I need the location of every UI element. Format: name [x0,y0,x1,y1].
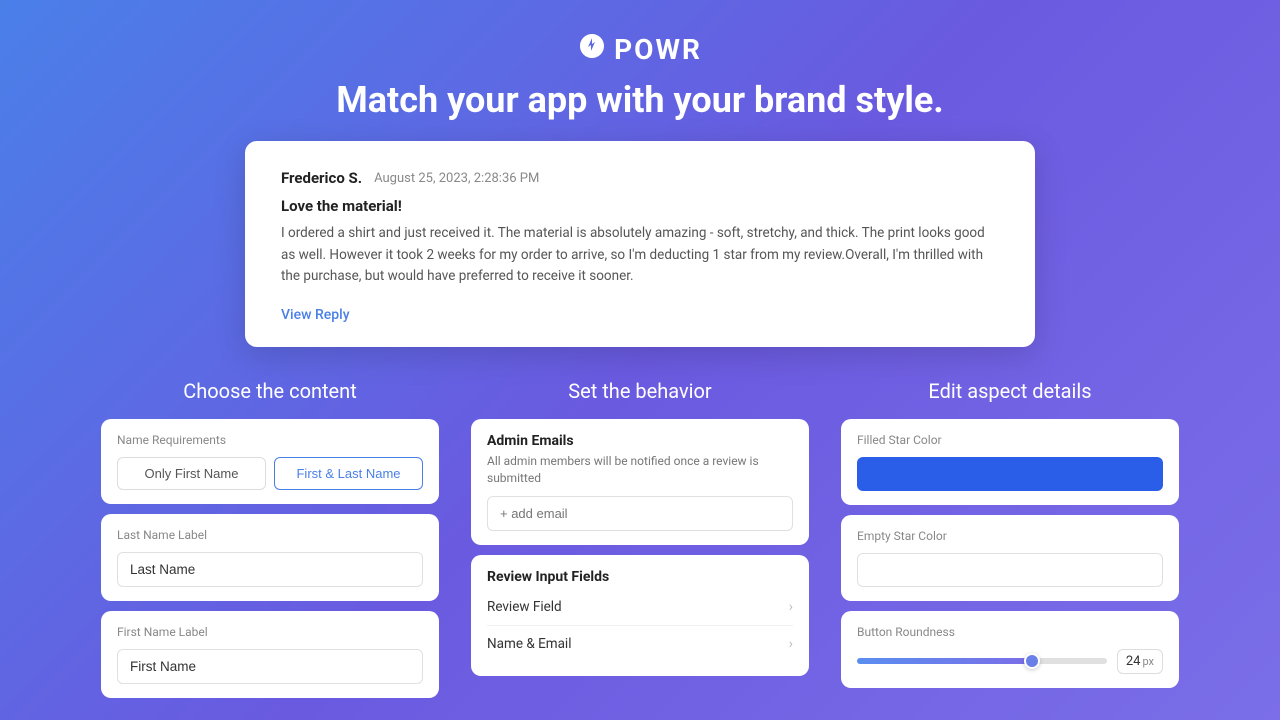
last-name-input[interactable] [117,552,423,587]
review-field-label: Review Field [487,599,562,615]
filled-star-panel: Filled Star Color [841,419,1179,505]
header: POWR Match your app with your brand styl… [0,0,1280,141]
chevron-right-icon-2: › [789,636,793,652]
col1-title: Choose the content [101,379,439,403]
button-roundness-label: Button Roundness [857,625,1163,639]
only-first-name-button[interactable]: Only First Name [117,457,266,490]
review-date: August 25, 2023, 2:28:36 PM [374,171,539,186]
empty-star-label: Empty Star Color [857,529,1163,543]
name-requirements-panel: Name Requirements Only First Name First … [101,419,439,504]
slider-fill [857,658,1032,664]
review-field-row[interactable]: Review Field › [487,589,793,626]
logo-icon [578,32,606,67]
last-name-label-panel: Last Name Label [101,514,439,601]
view-reply-link[interactable]: View Reply [281,307,350,323]
chevron-right-icon: › [789,599,793,615]
slider-value: 24 [1126,654,1141,669]
slider-unit: px [1142,655,1154,668]
col2-title: Set the behavior [471,379,809,403]
columns: Choose the content Name Requirements Onl… [0,379,1280,708]
admin-emails-desc: All admin members will be notified once … [487,453,793,487]
filled-star-color-swatch[interactable] [857,457,1163,491]
slider-value-box: 24 px [1117,649,1163,674]
name-email-row[interactable]: Name & Email › [487,626,793,662]
review-body: I ordered a shirt and just received it. … [281,223,999,288]
logo: POWR [0,32,1280,67]
col-content: Choose the content Name Requirements Onl… [85,379,455,708]
first-name-label-panel: First Name Label [101,611,439,698]
col3-title: Edit aspect details [841,379,1179,403]
review-input-fields-panel: Review Input Fields Review Field › Name … [471,555,809,676]
filled-star-label: Filled Star Color [857,433,1163,447]
col-behavior: Set the behavior Admin Emails All admin … [455,379,825,708]
logo-text: POWR [614,33,702,66]
col-aspect: Edit aspect details Filled Star Color Em… [825,379,1195,708]
admin-emails-header: Admin Emails [487,433,793,449]
review-card-wrapper: Frederico S. August 25, 2023, 2:28:36 PM… [0,141,1280,347]
name-email-label: Name & Email [487,636,572,652]
slider-row: 24 px [857,649,1163,674]
review-input-fields-header: Review Input Fields [487,569,793,585]
review-author: Frederico S. [281,169,362,187]
first-last-name-button[interactable]: First & Last Name [274,457,423,490]
first-name-label-text: First Name Label [117,625,423,639]
tagline: Match your app with your brand style. [0,79,1280,121]
admin-emails-panel: Admin Emails All admin members will be n… [471,419,809,546]
email-input[interactable] [487,496,793,531]
name-requirements-buttons: Only First Name First & Last Name [117,457,423,490]
button-roundness-panel: Button Roundness 24 px [841,611,1179,688]
empty-star-color-swatch[interactable] [857,553,1163,587]
review-title: Love the material! [281,197,999,215]
name-requirements-label: Name Requirements [117,433,423,447]
slider-thumb[interactable] [1024,653,1040,669]
last-name-label-text: Last Name Label [117,528,423,542]
slider-track[interactable] [857,658,1107,664]
first-name-input[interactable] [117,649,423,684]
review-meta: Frederico S. August 25, 2023, 2:28:36 PM [281,169,999,187]
empty-star-panel: Empty Star Color [841,515,1179,601]
review-card: Frederico S. August 25, 2023, 2:28:36 PM… [245,141,1035,347]
